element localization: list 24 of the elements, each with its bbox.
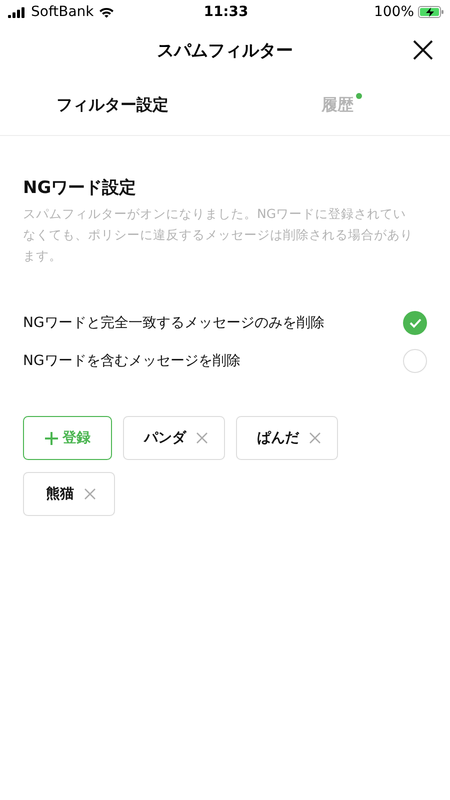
word-label: パンダ [144, 429, 186, 447]
remove-icon[interactable] [196, 432, 208, 444]
word-label: ぱんだ [257, 429, 299, 447]
radio-button[interactable] [403, 311, 427, 335]
word-label: 熊猫 [46, 485, 74, 503]
add-word-button[interactable]: 登録 [23, 416, 112, 460]
wifi-icon [98, 6, 114, 18]
screen-title: スパムフィルター [157, 40, 293, 62]
section-description: スパムフィルターがオンになりました。NGワードに登録されていなくても、ポリシーに違反するメッセージは削除される場合があります。 [23, 205, 414, 265]
radio-button[interactable] [403, 349, 427, 373]
remove-icon[interactable] [84, 488, 96, 500]
tab[interactable]: フィルター設定 [54, 91, 170, 120]
option-label: NGワードを含むメッセージを削除 [23, 352, 240, 370]
section-title: NGワード設定 [23, 177, 138, 199]
option-label: NGワードと完全一致するメッセージのみを削除 [23, 314, 324, 332]
plus-icon [44, 432, 58, 444]
checkmark-icon [408, 318, 422, 328]
battery-percent: 100% [374, 4, 414, 20]
tab[interactable]: 履歴 [320, 91, 356, 120]
remove-icon[interactable] [309, 432, 321, 444]
signal-icon [8, 6, 26, 18]
battery-charging-icon [418, 6, 444, 18]
clock-time: 11:33 [204, 4, 248, 20]
carrier-name: SoftBank [31, 4, 94, 20]
